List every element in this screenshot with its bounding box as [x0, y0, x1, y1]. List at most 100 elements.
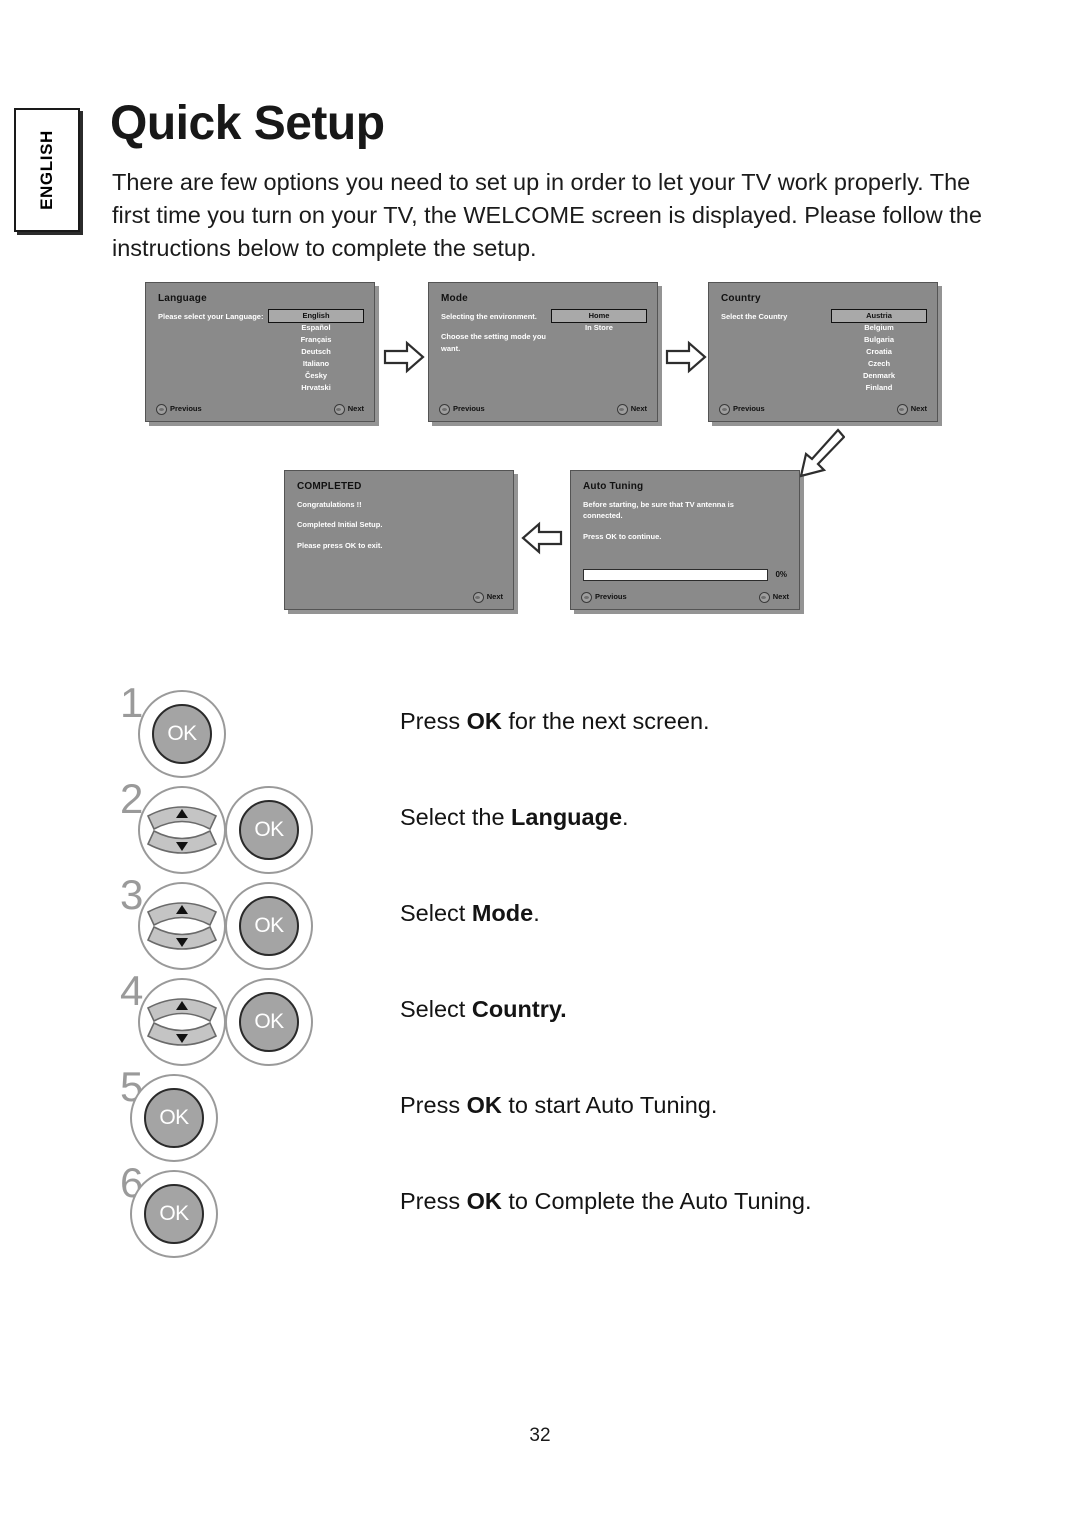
step-6-ok-button[interactable]: OK: [130, 1170, 218, 1258]
up-down-button-icon[interactable]: [138, 882, 226, 970]
ok-key-icon: [616, 404, 628, 415]
remote-key-icon: [156, 404, 167, 415]
step-2-text: Select the Language.: [400, 804, 629, 831]
step-6-text-post: to Complete the Auto Tuning.: [501, 1188, 812, 1214]
arrow-country-to-autotuning: [793, 428, 846, 487]
step-5-ok-button[interactable]: OK: [130, 1074, 218, 1162]
completed-next-button[interactable]: Next: [472, 592, 503, 603]
language-next-button[interactable]: Next: [333, 404, 364, 415]
ok-button-icon[interactable]: OK: [130, 1074, 218, 1162]
intro-paragraph: There are few options you need to set up…: [112, 169, 982, 261]
osd-panel-country: Country Select the Country Austria Belgi…: [708, 282, 938, 422]
country-previous-button[interactable]: Previous: [719, 404, 765, 415]
mode-line-2: Choose the setting mode you want.: [441, 332, 547, 353]
osd-title-mode: Mode: [441, 293, 468, 304]
step-6-text: Press OK to Complete the Auto Tuning.: [400, 1188, 811, 1215]
step-6-text-pre: Press: [400, 1188, 467, 1214]
arrow-mode-to-country: [665, 340, 707, 379]
step-4-updown-button[interactable]: [138, 978, 226, 1066]
country-option-bulgaria[interactable]: Bulgaria: [831, 335, 927, 347]
osd-panel-language: Language Please select your Language: En…: [145, 282, 375, 422]
up-down-arrows-icon: [146, 998, 218, 1046]
language-option-italiano[interactable]: Italiano: [268, 359, 364, 371]
ok-button-icon[interactable]: OK: [225, 786, 313, 874]
language-previous-button[interactable]: Previous: [156, 404, 202, 415]
remote-key-icon: [581, 592, 592, 603]
auto-tuning-line-1: Before starting, be sure that TV antenna…: [583, 500, 734, 521]
ok-button-label: OK: [239, 896, 299, 956]
language-option-english[interactable]: English: [268, 309, 364, 323]
language-option-francais[interactable]: Français: [268, 335, 364, 347]
ok-button-label: OK: [144, 1184, 204, 1244]
language-next-label: Next: [347, 404, 364, 414]
country-option-belgium[interactable]: Belgium: [831, 323, 927, 335]
country-option-austria[interactable]: Austria: [831, 309, 927, 323]
up-down-button-icon[interactable]: [138, 786, 226, 874]
osd-panel-auto-tuning: Auto Tuning Before starting, be sure tha…: [570, 470, 800, 610]
language-option-deutsch[interactable]: Deutsch: [268, 347, 364, 359]
ok-button-icon[interactable]: OK: [225, 978, 313, 1066]
step-row-6: 6 OK Press OK to Complete the Auto Tunin…: [120, 1162, 960, 1264]
step-3-text-bold: Mode: [471, 900, 534, 926]
step-3-updown-button[interactable]: [138, 882, 226, 970]
mode-previous-button[interactable]: Previous: [439, 404, 485, 415]
step-3-ok-button[interactable]: OK: [225, 882, 313, 970]
step-1-text: Press OK for the next screen.: [400, 708, 710, 735]
steps-list: 1 OK Press OK for the next screen. 2 OK …: [120, 682, 960, 1264]
step-2-ok-button[interactable]: OK: [225, 786, 313, 874]
country-option-croatia[interactable]: Croatia: [831, 347, 927, 359]
country-option-denmark[interactable]: Denmark: [831, 370, 927, 382]
language-tab-label: ENGLISH: [37, 130, 57, 210]
ok-button-icon[interactable]: OK: [138, 690, 226, 778]
step-1-ok-button[interactable]: OK: [138, 690, 226, 778]
step-3-text: Select Mode.: [400, 900, 540, 927]
osd-footer-auto-tuning: Previous Next: [571, 592, 799, 604]
mode-option-home[interactable]: Home: [551, 309, 647, 323]
country-next-button[interactable]: Next: [896, 404, 927, 415]
completed-next-label: Next: [486, 592, 503, 602]
arrow-right-icon: [383, 340, 425, 374]
ok-button-label: OK: [144, 1088, 204, 1148]
remote-key-icon: [439, 404, 450, 415]
language-option-cesky[interactable]: Česky: [268, 370, 364, 382]
auto-tuning-next-button[interactable]: Next: [758, 592, 789, 603]
osd-title-country: Country: [721, 293, 761, 304]
step-2-updown-button[interactable]: [138, 786, 226, 874]
step-4-text-pre: Select: [400, 996, 472, 1022]
language-option-espanol[interactable]: Español: [268, 323, 364, 335]
step-row-1: 1 OK Press OK for the next screen.: [120, 682, 960, 784]
language-option-list[interactable]: English Español Français Deutsch Italian…: [268, 309, 364, 394]
osd-panel-completed: COMPLETED Congratulations !! Completed I…: [284, 470, 514, 610]
auto-tuning-line-2: Press OK to continue.: [583, 531, 662, 541]
country-option-finland[interactable]: Finland: [831, 382, 927, 394]
country-prompt-text: Select the Country: [721, 312, 788, 321]
arrow-language-to-mode: [383, 340, 425, 379]
step-row-3: 3 OK Select Mode.: [120, 874, 960, 976]
osd-prompt-language: Please select your Language:: [158, 311, 277, 331]
arrow-down-left-icon: [799, 428, 846, 478]
step-4-ok-button[interactable]: OK: [225, 978, 313, 1066]
arrow-autotuning-to-completed: [521, 521, 563, 560]
osd-title-completed: COMPLETED: [297, 481, 362, 492]
auto-tuning-progress: 0%: [583, 569, 787, 581]
country-option-czech[interactable]: Czech: [831, 359, 927, 371]
step-2-text-bold: Language: [511, 804, 623, 830]
page-title: Quick Setup: [110, 97, 385, 150]
language-option-hrvatski[interactable]: Hrvatski: [268, 382, 364, 394]
step-3-text-post: .: [533, 900, 540, 926]
mode-option-in-store[interactable]: In Store: [551, 323, 647, 335]
mode-next-button[interactable]: Next: [616, 404, 647, 415]
auto-tuning-next-label: Next: [772, 592, 789, 602]
osd-body-mode: Selecting the environment. Choose the se…: [441, 311, 560, 363]
mode-option-list[interactable]: Home In Store: [551, 309, 647, 335]
country-option-list[interactable]: Austria Belgium Bulgaria Croatia Czech D…: [831, 309, 927, 394]
ok-button-icon[interactable]: OK: [225, 882, 313, 970]
osd-body-completed: Congratulations !! Completed Initial Set…: [297, 499, 479, 560]
ok-button-icon[interactable]: OK: [130, 1170, 218, 1258]
step-1-text-post: for the next screen.: [501, 708, 710, 734]
auto-tuning-previous-button[interactable]: Previous: [581, 592, 627, 603]
up-down-button-icon[interactable]: [138, 978, 226, 1066]
progress-bar: [583, 569, 769, 581]
step-2-text-post: .: [622, 804, 629, 830]
up-down-arrows-icon: [146, 806, 218, 854]
